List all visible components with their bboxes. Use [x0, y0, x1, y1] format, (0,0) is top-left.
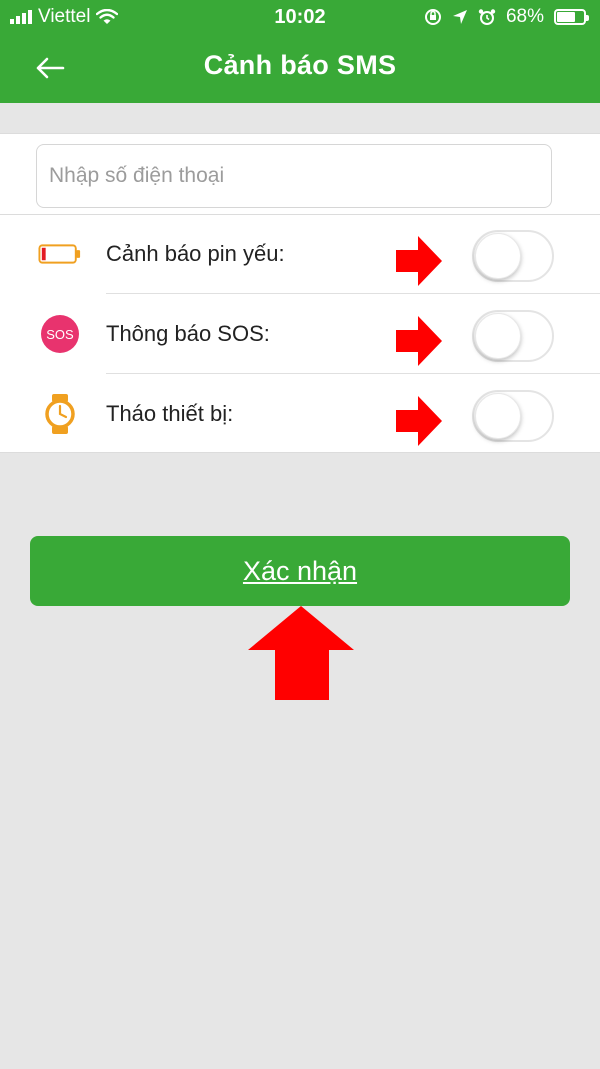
- watch-icon: [38, 394, 82, 434]
- setting-row-low-battery: Cảnh báo pin yếu:: [0, 214, 600, 294]
- low-battery-toggle[interactable]: [472, 230, 554, 282]
- battery-percent: 68%: [505, 6, 544, 27]
- battery-level: [557, 12, 575, 22]
- rotation-lock-icon: [424, 9, 441, 25]
- low-battery-icon: [38, 234, 82, 274]
- annotation-arrow-icon: [396, 316, 442, 366]
- device-removal-toggle[interactable]: [472, 390, 554, 442]
- battery-icon: [554, 9, 589, 25]
- confirm-button[interactable]: Xác nhận: [30, 536, 570, 606]
- phone-number-input[interactable]: [36, 144, 552, 208]
- annotation-arrow-icon: [396, 396, 442, 446]
- nav-bar: Cảnh báo SMS: [0, 36, 600, 103]
- setting-label: Tháo thiết bị:: [106, 401, 234, 426]
- app-header: Viettel 10:02 68% Cảnh báo SMS: [0, 0, 600, 103]
- setting-row-sos: SOS Thông báo SOS:: [0, 294, 600, 374]
- sms-settings-panel: Cảnh báo pin yếu: SOS Thông báo SOS: Thá…: [0, 133, 600, 453]
- sos-toggle[interactable]: [472, 310, 554, 362]
- annotation-up-arrow-icon: [248, 606, 354, 700]
- annotation-arrow-icon: [396, 236, 442, 286]
- sos-icon: SOS: [38, 314, 82, 354]
- setting-label: Thông báo SOS:: [106, 321, 270, 346]
- page-title: Cảnh báo SMS: [203, 50, 397, 80]
- location-icon: [452, 10, 467, 24]
- setting-label: Cảnh báo pin yếu:: [106, 241, 285, 266]
- alarm-icon: [478, 9, 496, 25]
- setting-row-device-removal: Tháo thiết bị:: [0, 374, 600, 454]
- status-right: 68%: [424, 6, 589, 28]
- status-bar: Viettel 10:02 68%: [0, 0, 600, 36]
